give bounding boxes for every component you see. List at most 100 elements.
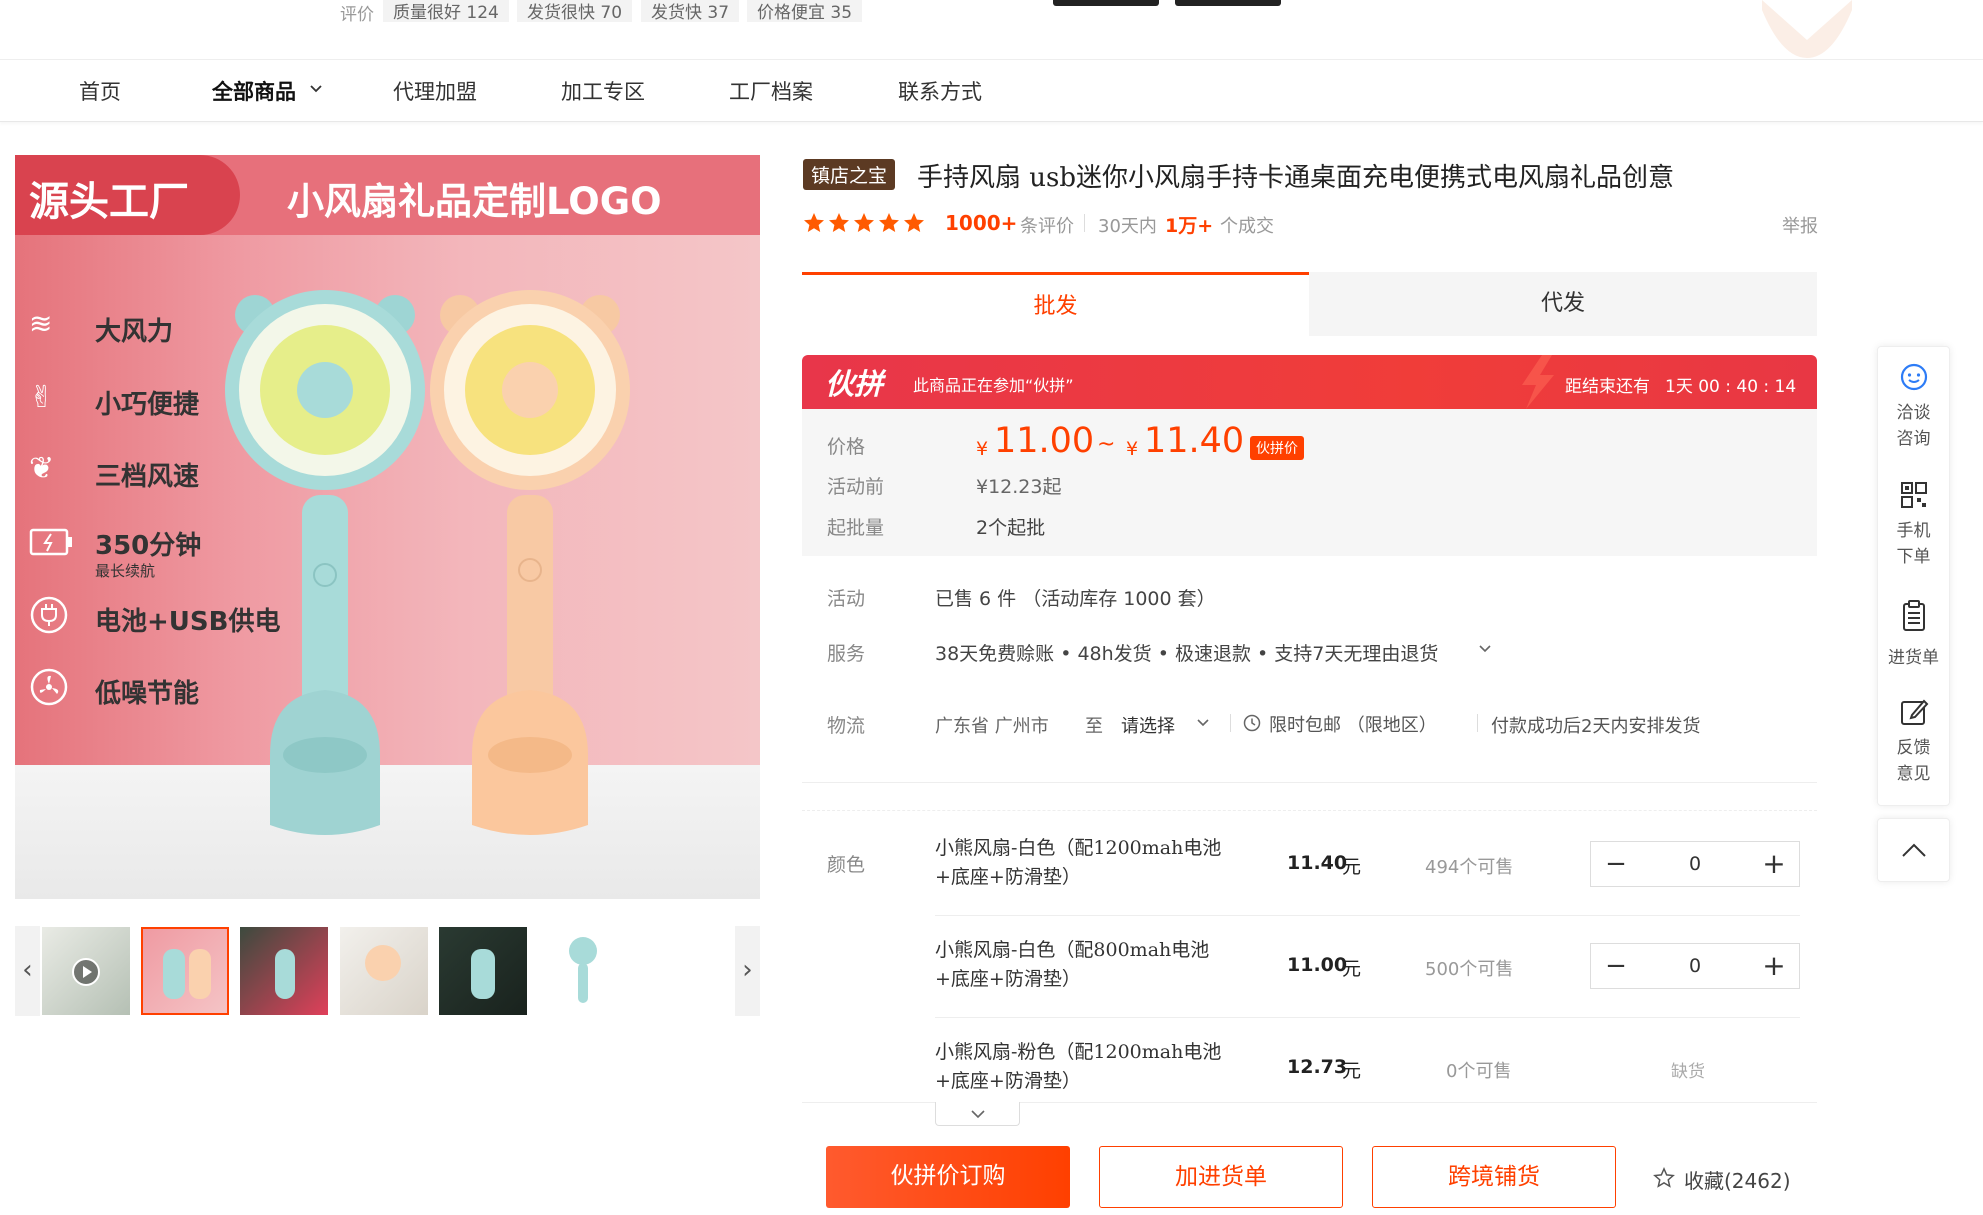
clipboard-icon[interactable] xyxy=(1899,600,1929,632)
add-to-cart-button[interactable]: 加进货单 xyxy=(1099,1146,1343,1208)
service-value[interactable]: 38天免费赊账 • 48h发货 • 极速退款 • 支持7天无理由退货 xyxy=(935,639,1438,666)
countdown-timer: 1天 00 : 40 : 14 xyxy=(1665,377,1797,397)
tab-wholesale[interactable]: 批发 xyxy=(802,272,1309,336)
sku-price-unit: 元 xyxy=(1342,958,1362,980)
lightning-icon xyxy=(1522,355,1554,409)
back-to-top-button[interactable] xyxy=(1877,818,1950,882)
nav-factory-profile[interactable]: 工厂档案 xyxy=(729,76,813,106)
sku-name: 小熊风扇-白色（配800mah电池+底座+防滑垫） xyxy=(935,939,1210,990)
expand-sku-button[interactable] xyxy=(935,1102,1020,1126)
leaf-icon: ❦ xyxy=(29,451,55,486)
sku-label: 颜色 xyxy=(827,854,866,876)
sidebar-consult[interactable]: 洽谈咨询 xyxy=(1877,400,1950,452)
minus-button[interactable]: − xyxy=(1591,842,1641,886)
rating-count[interactable]: 1000+ xyxy=(945,211,1017,235)
divider xyxy=(935,1017,1800,1018)
star-icon xyxy=(804,213,824,232)
review-tag-strip xyxy=(0,0,1983,60)
clock-icon xyxy=(1243,714,1261,732)
chevron-down-icon[interactable] xyxy=(1478,644,1492,654)
thumbnail-selected[interactable] xyxy=(141,927,229,1015)
review-tag[interactable]: 发货快 37 xyxy=(641,0,740,23)
divider xyxy=(1477,714,1478,732)
thumb-next-arrow[interactable]: › xyxy=(735,926,760,1016)
divider xyxy=(802,782,1817,783)
nav-all-products[interactable]: 全部商品 xyxy=(212,76,296,106)
out-of-stock-label: 缺货 xyxy=(1671,1062,1705,1082)
rating-suffix: 条评价 xyxy=(1020,216,1074,237)
review-tag[interactable]: 发货很快 70 xyxy=(517,0,633,23)
edit-icon[interactable] xyxy=(1899,697,1929,727)
star-icon xyxy=(879,213,899,232)
nav-home[interactable]: 首页 xyxy=(79,76,121,106)
header-image[interactable] xyxy=(1175,0,1281,6)
plus-button[interactable]: + xyxy=(1749,842,1799,886)
sidebar-mobile-order[interactable]: 手机下单 xyxy=(1877,518,1950,570)
chat-icon[interactable] xyxy=(1899,362,1929,392)
product-fan-illustration xyxy=(225,290,630,835)
tab-dropship[interactable]: 代发 xyxy=(1309,272,1817,336)
activity-label: 活动 xyxy=(827,588,866,610)
cross-border-button[interactable]: 跨境铺货 xyxy=(1372,1146,1616,1208)
sku-price-unit: 元 xyxy=(1342,856,1362,878)
logistics-label: 物流 xyxy=(827,715,866,737)
sku-available: 0个可售 xyxy=(1446,1061,1512,1082)
sidebar-consult-label: 洽谈咨询 xyxy=(1896,403,1931,449)
groupbuy-order-button[interactable]: 伙拼价订购 xyxy=(826,1146,1070,1208)
quantity-value[interactable]: 0 xyxy=(1641,944,1749,988)
divider xyxy=(935,915,1800,916)
sku-available: 500个可售 xyxy=(1425,959,1514,980)
star-outline-icon[interactable] xyxy=(1653,1167,1675,1189)
thumbnail[interactable] xyxy=(539,927,627,1015)
shop-nav-bar xyxy=(0,60,1983,122)
sidebar-mobile-order-label: 手机下单 xyxy=(1896,521,1931,567)
banner-right-text: 小风扇礼品定制LOGO xyxy=(287,180,662,223)
thumbnail[interactable] xyxy=(439,927,527,1015)
divider xyxy=(1230,714,1231,732)
sidebar-feedback[interactable]: 反馈意见 xyxy=(1877,735,1950,787)
review-tag[interactable]: 质量很好 124 xyxy=(383,0,509,23)
divider xyxy=(802,810,1817,811)
feature-text: 三档风速 xyxy=(95,462,200,492)
thumb-prev-arrow[interactable]: ‹ xyxy=(15,926,40,1016)
chevron-down-icon[interactable] xyxy=(1196,718,1210,728)
favorite-button[interactable]: 收藏(2462) xyxy=(1684,1165,1791,1194)
nav-contact[interactable]: 联系方式 xyxy=(898,76,982,106)
shipping-origin: 广东省 广州市 xyxy=(935,716,1049,737)
feature-subtext: 最长续航 xyxy=(95,562,156,580)
report-link[interactable]: 举报 xyxy=(1782,212,1818,238)
sold-count: 1万+ xyxy=(1165,215,1214,237)
groupbuy-notice: 此商品正在参加“伙拼” xyxy=(913,376,1074,395)
sku-price: 12.73 xyxy=(1287,1056,1348,1078)
thumbnail[interactable] xyxy=(340,927,428,1015)
nav-processing[interactable]: 加工专区 xyxy=(561,76,645,106)
sidebar-cart[interactable]: 进货单 xyxy=(1877,645,1950,671)
quantity-stepper[interactable]: − 0 + xyxy=(1590,943,1800,989)
thumbnail-video[interactable] xyxy=(42,927,130,1015)
thumbnail[interactable] xyxy=(240,927,328,1015)
quantity-stepper[interactable]: − 0 + xyxy=(1590,841,1800,887)
price-high: 11.40 xyxy=(1144,421,1245,461)
product-main-image[interactable]: 源头工厂 小风扇礼品定制LOGO ≋ 大风力 ✌ 小巧便捷 ❦ 三档风速 350… xyxy=(15,155,760,899)
groupbuy-logo: 伙拼 xyxy=(825,367,884,401)
sold-suffix: 个成交 xyxy=(1220,216,1274,237)
sku-name: 小熊风扇-白色（配1200mah电池+底座+防滑垫） xyxy=(935,837,1222,888)
review-label: 评价 xyxy=(340,5,374,25)
header-image[interactable] xyxy=(1053,0,1159,6)
sku-name: 小熊风扇-粉色（配1200mah电池+底座+防滑垫） xyxy=(935,1041,1222,1092)
qr-code-icon[interactable] xyxy=(1899,480,1929,510)
play-icon xyxy=(72,958,100,986)
activity-value: 已售 6 件 （活动库存 1000 套） xyxy=(935,588,1216,610)
price-label: 价格 xyxy=(827,436,866,458)
review-tag[interactable]: 价格便宜 35 xyxy=(747,0,863,23)
moq-value: 2个起批 xyxy=(976,517,1046,539)
nav-agency[interactable]: 代理加盟 xyxy=(393,76,477,106)
quantity-value[interactable]: 0 xyxy=(1641,842,1749,886)
destination-select[interactable]: 请选择 xyxy=(1121,712,1175,738)
ship-time: 付款成功后2天内安排发货 xyxy=(1491,716,1701,737)
minus-button[interactable]: − xyxy=(1591,944,1641,988)
currency-symbol: ¥ xyxy=(1126,438,1139,460)
shop-treasure-badge: 镇店之宝 xyxy=(803,159,896,190)
chevron-down-icon[interactable] xyxy=(309,84,323,94)
plus-button[interactable]: + xyxy=(1749,944,1799,988)
